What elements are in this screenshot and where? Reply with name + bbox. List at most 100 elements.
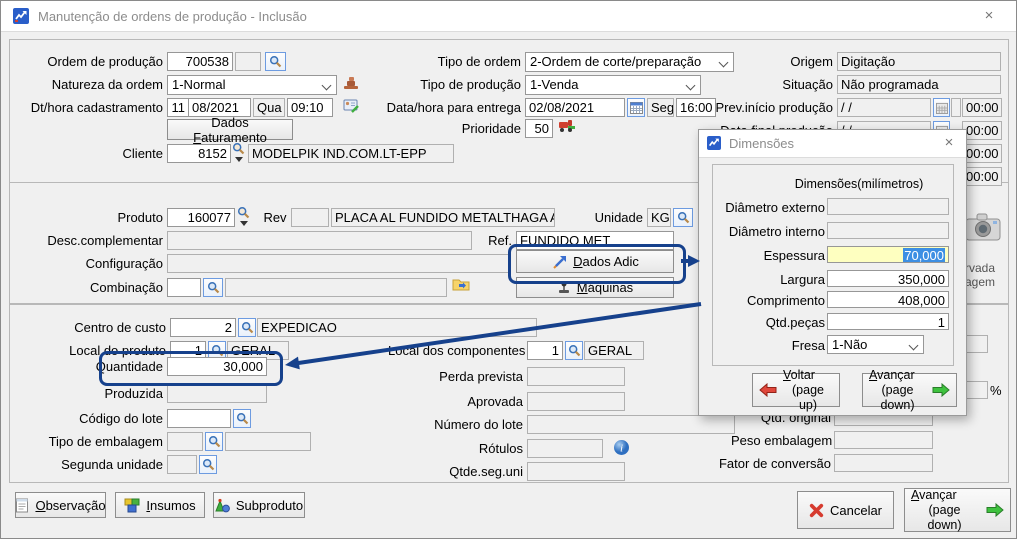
produzida-label: Produzida [98,386,163,401]
maquinas-button[interactable]: Máquinas [516,277,674,298]
close-icon[interactable]: × [979,6,999,26]
largura-label: Largura [707,272,825,287]
largura-field[interactable]: 350,000 [827,270,949,287]
entrega-data-field[interactable]: 02/08/2021 [525,98,625,117]
origem-field: Digitação [837,52,1001,71]
camera-icon[interactable] [965,212,1001,242]
quantidade-field[interactable]: 30,000 [167,357,267,376]
qtd-pecas-label: Qtd.peças [707,315,825,330]
calendar-icon[interactable] [933,98,950,117]
search-icon[interactable] [565,341,583,360]
app-icon [13,8,29,24]
fator-conversao-field [834,454,933,472]
dthora-hora-field[interactable]: 09:10 [287,98,333,117]
espessura-label: Espessura [707,248,825,263]
produto-cod-field[interactable]: 160077 [167,208,235,227]
red-arrow-icon [759,383,777,397]
data-final-hora-field: 00:00 [962,121,1002,140]
entrega-label: Data/hora para entrega [381,100,521,115]
local-componentes-cod-field[interactable]: 1 [527,341,563,360]
prioridade-field[interactable]: 50 [525,119,553,138]
segunda-unidade-field [167,455,197,474]
search-icon[interactable] [203,278,223,297]
dados-faturamento-button[interactable]: Dados Faturamento [167,119,293,140]
prioridade-label: Prioridade [451,121,521,136]
fresa-label: Fresa [707,338,825,353]
calendar-icon[interactable] [627,98,645,117]
centro-custo-nome-field: EXPEDICAO [257,318,537,337]
subproduto-button[interactable]: Subproduto [213,492,305,518]
fresa-dropdown[interactable]: 1-Não [827,335,924,354]
voltar-button[interactable]: Voltar (page up) [752,373,840,407]
natureza-dropdown[interactable]: 1-Normal [167,75,337,95]
svg-text:i: i [620,443,623,455]
situacao-label: Situação [768,77,833,92]
notepad-icon [15,497,29,513]
situacao-field: Não programada [837,75,1001,94]
screenshot: Manutenção de ordens de produção - Inclu… [0,0,1017,539]
search-icon[interactable] [232,142,245,162]
ref-field[interactable]: FUNDIDO MET [516,231,674,250]
qtde-seg-uni-field [527,462,625,481]
folder-icon[interactable] [452,276,470,292]
numero-lote-field [527,415,735,434]
unidade-field: KG [647,208,671,227]
search-icon[interactable] [199,455,217,474]
espessura-field[interactable]: 70,000 [827,246,949,263]
close-icon[interactable]: × [939,133,959,153]
ordem-producao-sub-field [235,52,261,71]
dialog-title: Dimensões [729,136,794,151]
search-icon[interactable] [237,206,250,226]
edit-card-icon[interactable] [343,98,360,114]
qtd-pecas-field[interactable]: 1 [827,313,949,330]
comprimento-field[interactable]: 408,000 [827,291,949,308]
search-icon[interactable] [673,208,693,227]
info-icon[interactable]: i [613,439,630,456]
avancar-button[interactable]: Avançar (page down) [904,488,1011,532]
combinacao-cod-field[interactable] [167,278,201,297]
origem-label: Origem [773,54,833,69]
quantidade-label: Quantidade [91,359,163,374]
cliente-nome-field: MODELPIK IND.COM.LT-EPP [248,144,454,163]
tipo-embalagem-cod-field [167,432,203,451]
tipo-producao-dropdown[interactable]: 1-Venda [525,75,701,95]
avancar-dialog-button[interactable]: Avançar (page down) [862,373,957,407]
chevron-down-icon[interactable] [235,157,243,162]
cancelar-button[interactable]: Cancelar [797,491,894,529]
ordem-producao-field[interactable]: 700538 [167,52,233,71]
tipo-ordem-dropdown[interactable]: 2-Ordem de corte/preparação [525,52,734,72]
search-icon[interactable] [233,409,251,428]
codigo-lote-field[interactable] [167,409,231,428]
dados-adic-button[interactable]: Dados Adic [516,250,674,273]
cliente-cod-field[interactable]: 8152 [167,144,231,163]
chevron-down-icon [322,81,332,91]
observacao-button[interactable]: Observação [15,492,106,518]
prev-inicio-label: Prev.início produção [708,100,833,115]
search-icon[interactable] [265,52,286,71]
percent-label: % [990,383,1004,398]
diametro-interno-label: Diâmetro interno [707,224,825,239]
prev-inicio-data-field: / / [837,98,931,117]
diametro-externo-label: Diâmetro externo [707,200,825,215]
produzida-field [167,384,267,403]
dimensoes-titlebar: Dimensões × [699,130,966,158]
chevron-down-icon[interactable] [240,221,248,226]
numero-lote-label: Número do lote [428,417,523,432]
tipo-embalagem-desc-field [225,432,311,451]
green-arrow-icon [932,383,950,397]
search-icon[interactable] [205,432,223,451]
chevron-down-icon [909,341,919,351]
combinacao-label: Combinação [78,280,163,295]
centro-custo-cod-field[interactable]: 2 [170,318,236,337]
perda-prevista-field [527,367,625,386]
stamp-icon[interactable] [343,76,360,91]
hora-field-3: 00:00 [962,144,1002,163]
diametro-externo-field [827,198,949,215]
chevron-down-icon [719,58,729,68]
insumos-button[interactable]: Insumos [115,492,205,518]
entrega-dia-semana-field: Seg [647,98,674,117]
rev-field [291,208,329,227]
search-icon[interactable] [238,318,256,337]
peso-embalagem-label: Peso embalagem [731,433,831,448]
forklift-icon[interactable] [557,118,576,133]
